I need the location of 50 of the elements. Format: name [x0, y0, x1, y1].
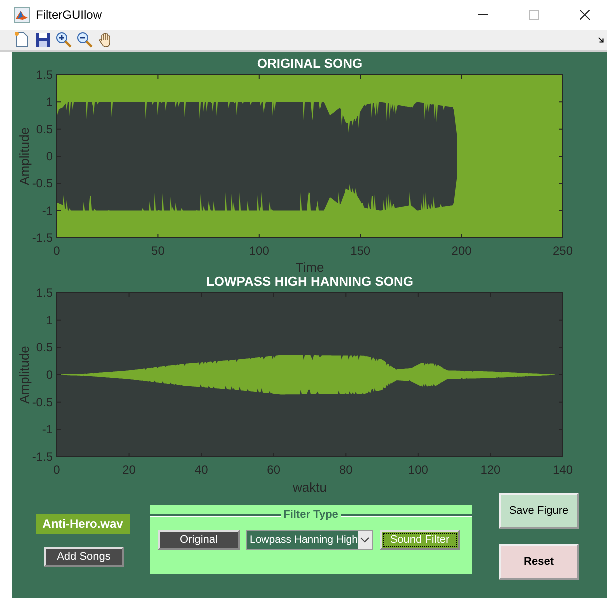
- add-songs-button[interactable]: Add Songs: [44, 547, 124, 567]
- dock-arrow-icon[interactable]: [598, 36, 605, 44]
- plot-title: ORIGINAL SONG: [257, 56, 363, 71]
- x-tick-label: 0: [54, 244, 60, 258]
- zoom-out-icon[interactable]: [77, 32, 93, 48]
- close-icon[interactable]: [580, 10, 590, 20]
- x-tick-label: 50: [152, 244, 165, 258]
- y-tick-label: 0: [46, 150, 53, 164]
- save-figure-button[interactable]: Save Figure: [499, 493, 579, 529]
- save-icon[interactable]: [35, 32, 51, 48]
- panel-title: Filter Type: [282, 509, 340, 521]
- x-axis-label: Time: [296, 260, 324, 275]
- zoom-in-icon[interactable]: [56, 32, 72, 48]
- app-icon: [14, 7, 30, 23]
- x-tick-label: 80: [339, 463, 353, 477]
- x-tick-label: 200: [452, 244, 472, 258]
- filter-dropdown[interactable]: Lowpass Hanning High: [246, 530, 373, 550]
- x-tick-label: 100: [249, 244, 270, 258]
- x-tick-label: 140: [552, 463, 574, 477]
- window-title: FilterGUIlow: [36, 8, 102, 22]
- y-tick-label: 0: [46, 368, 53, 382]
- y-tick-label: -0.5: [32, 395, 53, 410]
- x-tick-label: 100: [408, 463, 428, 477]
- y-axis-label: Amplitude: [17, 128, 32, 186]
- x-tick-label: 0: [54, 463, 60, 477]
- y-tick-label: 0.5: [36, 340, 53, 355]
- y-tick-label: -1: [42, 204, 53, 218]
- y-tick-label: -1.5: [32, 450, 53, 464]
- y-tick-label: 1.5: [36, 68, 53, 82]
- y-tick-label: 1.5: [36, 286, 53, 300]
- original-button[interactable]: Original: [158, 530, 240, 550]
- x-tick-label: 250: [552, 244, 574, 258]
- y-axis-label: Amplitude: [17, 346, 32, 404]
- y-tick-label: 1: [46, 313, 53, 328]
- x-tick-label: 60: [267, 463, 281, 477]
- x-tick-label: 150: [350, 244, 371, 258]
- x-axis-label: waktu: [293, 480, 327, 495]
- y-tick-label: 0.5: [36, 122, 53, 136]
- y-tick-label: -1: [42, 422, 53, 437]
- x-tick-label: 20: [122, 463, 136, 477]
- x-tick-label: 40: [194, 463, 208, 477]
- reset-button[interactable]: Reset: [499, 544, 579, 580]
- plot-title: LOWPASS HIGH HANNING SONG: [206, 276, 414, 289]
- x-tick-label: 120: [480, 463, 501, 477]
- y-tick-label: -1.5: [32, 231, 53, 245]
- chevron-down-icon: [358, 531, 372, 549]
- y-tick-label: -0.5: [32, 176, 53, 191]
- y-tick-label: 1: [46, 95, 53, 110]
- song-name-label: Anti-Hero.wav: [36, 514, 130, 534]
- new-file-icon[interactable]: [14, 32, 30, 48]
